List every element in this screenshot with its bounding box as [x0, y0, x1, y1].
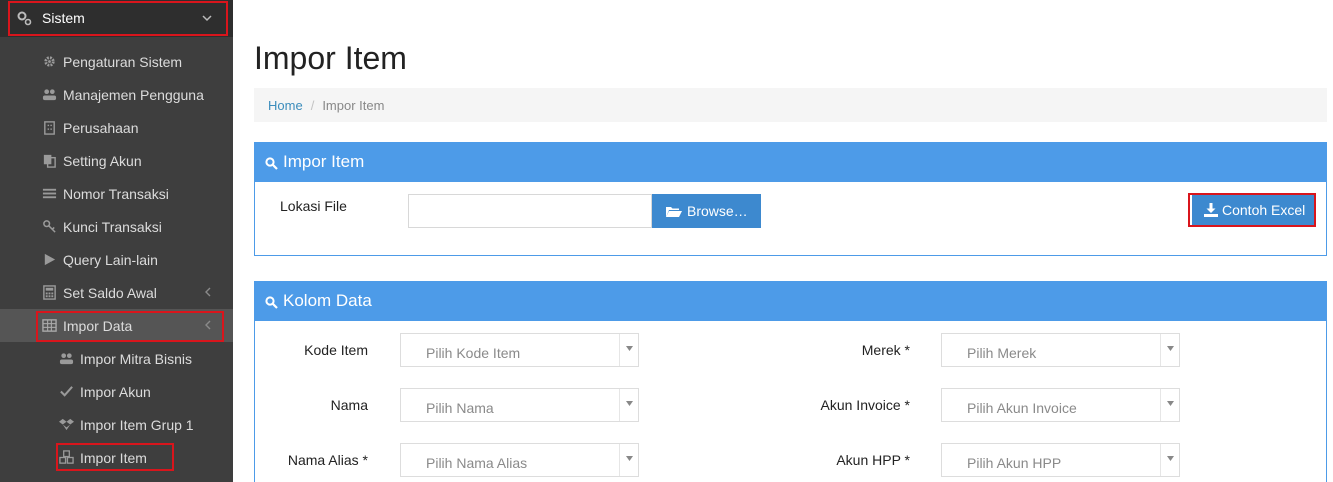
panel-title: Kolom Data [283, 291, 372, 310]
select-divider [619, 444, 620, 476]
sidebar-item-label: Setting Akun [63, 153, 142, 169]
dropbox-icon [59, 418, 74, 431]
select-divider [619, 334, 620, 366]
breadcrumb: Home / Impor Item [254, 88, 1327, 122]
select-nama-alias[interactable]: Pilih Nama Alias [400, 443, 639, 477]
sidebar-item-nomor-transaksi[interactable]: Nomor Transaksi [0, 177, 233, 210]
sidebar-item-setting-akun[interactable]: Setting Akun [0, 144, 233, 177]
select-placeholder: Pilih Kode Item [426, 345, 521, 361]
gear-icon [44, 56, 55, 67]
field-label-merek: Merek * [861, 342, 910, 358]
check-icon [60, 386, 73, 397]
panel-title: Impor Item [283, 152, 365, 171]
table-icon [42, 319, 57, 332]
import-panel-header: Impor Item [255, 143, 1326, 182]
field-label-nama-alias: Nama Alias * [287, 452, 368, 468]
select-akun-invoice[interactable]: Pilih Akun Invoice [941, 388, 1180, 422]
sidebar-item-impor-data[interactable]: Impor Data [0, 309, 233, 342]
caret-down-icon [626, 346, 633, 351]
key-icon [43, 220, 56, 233]
calculator-icon [43, 285, 56, 300]
sidebar-item-set-saldo-awal[interactable]: Set Saldo Awal [0, 276, 233, 309]
sidebar-item-label: Query Lain-lain [63, 252, 158, 268]
columns-panel-header: Kolom Data [255, 282, 1326, 321]
folder-open-icon [666, 207, 682, 217]
sidebar-item-label: Impor Akun [80, 384, 151, 400]
columns-panel: Kolom Data Kode Item Pilih Kode Item Nam… [254, 281, 1327, 482]
file-location-label: Lokasi File [280, 198, 347, 214]
breadcrumb-home-link[interactable]: Home [268, 98, 303, 113]
browse-button-label: Browse… [687, 203, 748, 219]
sidebar-subitem-impor-item[interactable]: Impor Item [0, 441, 233, 474]
sample-excel-button-label: Contoh Excel [1222, 202, 1306, 218]
building-icon [44, 121, 55, 135]
import-panel: Impor Item Lokasi File Browse… Contoh Ex… [254, 142, 1327, 256]
sidebar-item-label: Impor Item Grup 1 [80, 417, 194, 433]
sidebar-item-label: Set Saldo Awal [63, 285, 157, 301]
select-placeholder: Pilih Akun Invoice [967, 400, 1077, 416]
field-label-akun-invoice: Akun Invoice * [820, 397, 911, 413]
list-icon [42, 188, 57, 199]
select-kode-item[interactable]: Pilih Kode Item [400, 333, 639, 367]
sidebar-item-label: Kunci Transaksi [63, 219, 162, 235]
caret-down-icon [1167, 456, 1174, 461]
caret-down-icon [1167, 401, 1174, 406]
sidebar-item-pengaturan-sistem[interactable]: Pengaturan Sistem [0, 45, 233, 78]
users-icon [42, 89, 57, 101]
select-placeholder: Pilih Nama Alias [426, 455, 528, 471]
select-placeholder: Pilih Merek [967, 345, 1037, 361]
sidebar-subitem-impor-mitra-bisnis[interactable]: Impor Mitra Bisnis [0, 342, 233, 375]
field-label-kode-item: Kode Item [304, 342, 368, 358]
sidebar-subitem-impor-akun[interactable]: Impor Akun [0, 375, 233, 408]
sidebar-item-label: Manajemen Pengguna [63, 87, 204, 103]
select-placeholder: Pilih Akun HPP [967, 455, 1062, 471]
field-label-nama: Nama [330, 397, 368, 413]
sidebar: Sistem Pengaturan Sistem Manajemen Pengg… [0, 0, 233, 482]
search-icon [265, 157, 278, 170]
sidebar-item-label: Impor Data [63, 318, 133, 334]
sidebar-item-label: Perusahaan [63, 120, 139, 136]
chevron-left-icon [205, 287, 211, 297]
cubes-icon [59, 450, 74, 464]
sidebar-item-label: Nomor Transaksi [63, 186, 169, 202]
sidebar-subitem-impor-item-grup-1[interactable]: Impor Item Grup 1 [0, 408, 233, 441]
select-nama[interactable]: Pilih Nama [400, 388, 639, 422]
select-divider [619, 389, 620, 421]
sidebar-item-label: Impor Mitra Bisnis [80, 351, 193, 367]
caret-down-icon [626, 456, 633, 461]
select-placeholder: Pilih Nama [426, 400, 494, 416]
highlight-box [8, 1, 228, 36]
copy-icon [43, 154, 56, 168]
breadcrumb-separator: / [310, 98, 315, 113]
browse-button[interactable]: Browse… [652, 194, 761, 228]
select-divider [1160, 334, 1161, 366]
sidebar-item-label: Impor Item [80, 450, 147, 466]
caret-down-icon [1167, 346, 1174, 351]
field-label-akun-hpp: Akun HPP * [836, 452, 910, 468]
sidebar-item-sistem[interactable]: Sistem [0, 0, 233, 37]
caret-down-icon [626, 401, 633, 406]
sidebar-item-manajemen-pengguna[interactable]: Manajemen Pengguna [0, 78, 233, 111]
select-divider [1160, 444, 1161, 476]
download-icon [1204, 203, 1218, 217]
sample-excel-button[interactable]: Contoh Excel [1192, 195, 1314, 225]
sidebar-item-label: Pengaturan Sistem [63, 54, 183, 70]
sidebar-item-perusahaan[interactable]: Perusahaan [0, 111, 233, 144]
file-path-input[interactable] [408, 194, 652, 228]
search-icon [265, 296, 278, 309]
select-akun-hpp[interactable]: Pilih Akun HPP [941, 443, 1180, 477]
users-icon [59, 353, 74, 365]
breadcrumb-current: Impor Item [322, 98, 385, 113]
sidebar-item-query-lain-lain[interactable]: Query Lain-lain [0, 243, 233, 276]
select-divider [1160, 389, 1161, 421]
page-title: Impor Item [254, 40, 407, 76]
select-merek[interactable]: Pilih Merek [941, 333, 1180, 367]
play-icon [44, 253, 56, 266]
sidebar-item-kunci-transaksi[interactable]: Kunci Transaksi [0, 210, 233, 243]
chevron-left-icon [205, 320, 211, 330]
